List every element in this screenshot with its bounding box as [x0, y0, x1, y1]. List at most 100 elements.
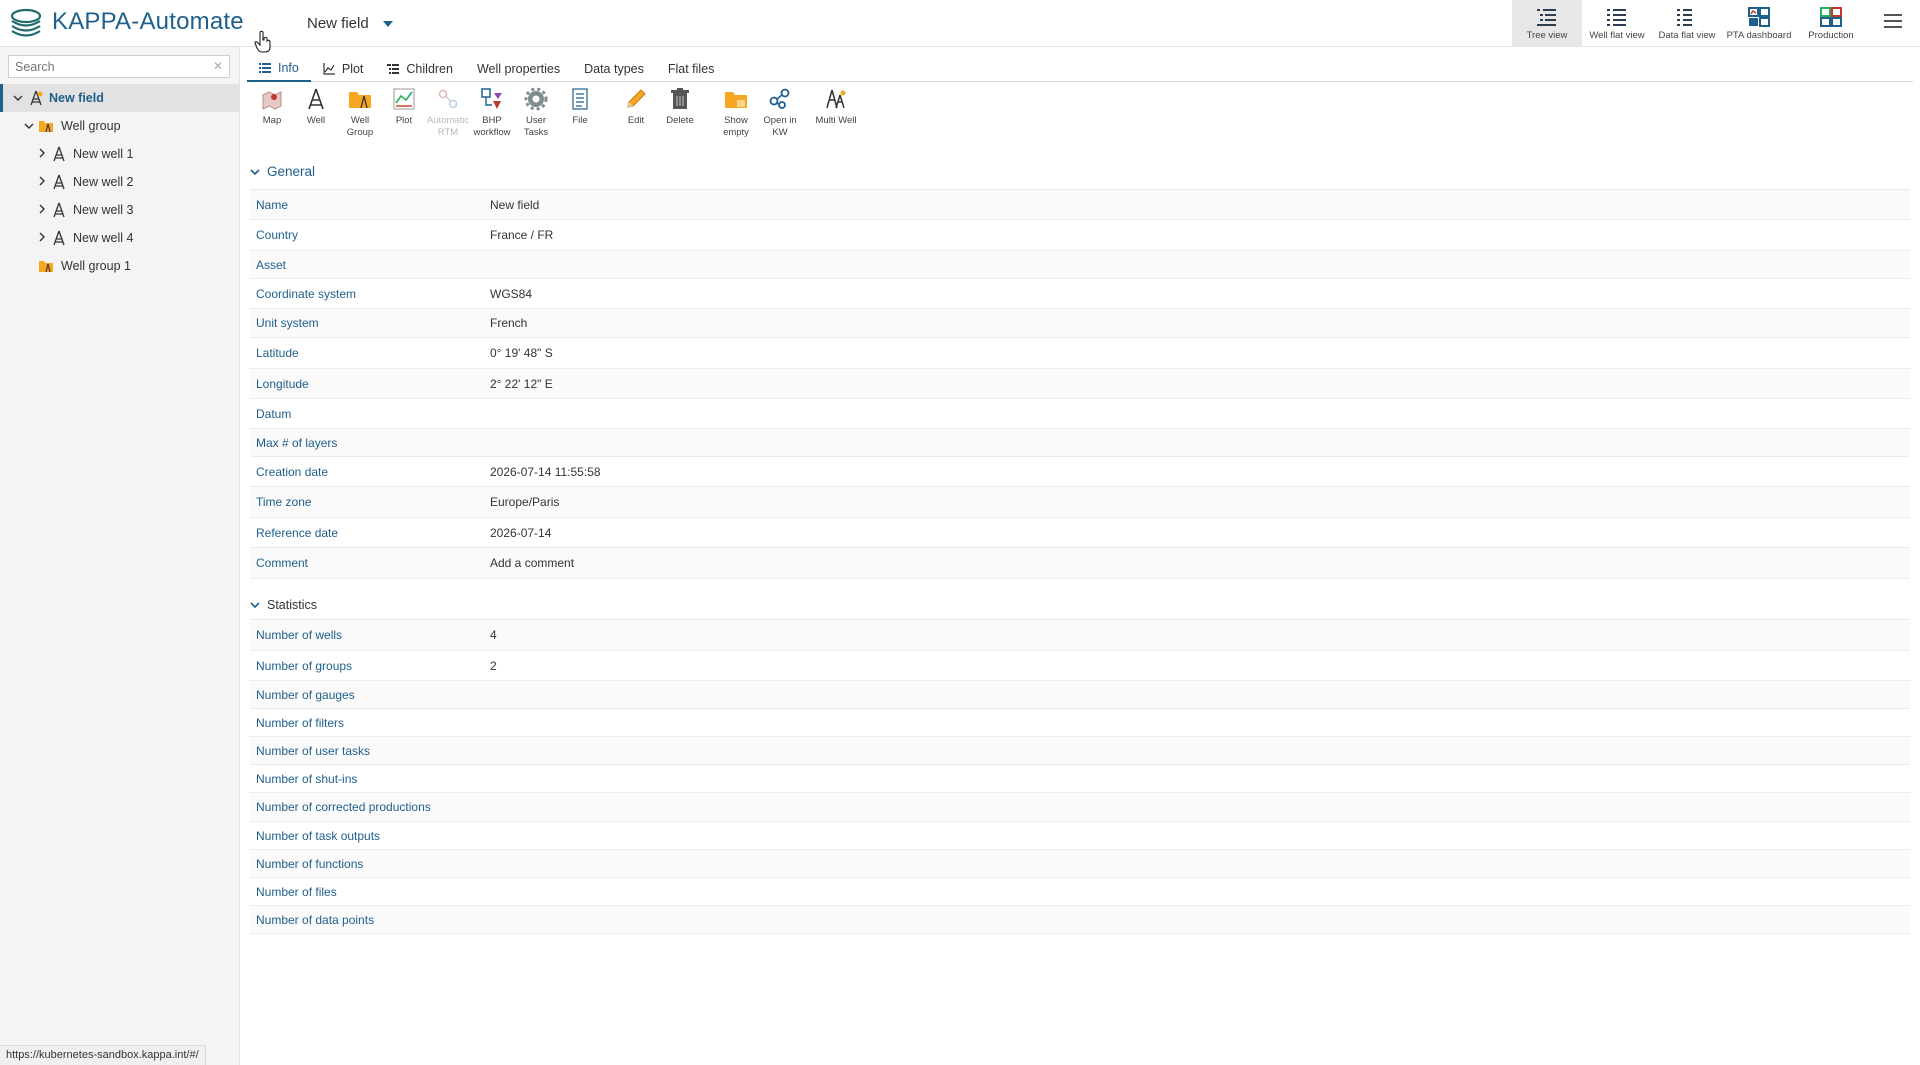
line-chart-icon: [323, 63, 335, 75]
well-icon: [53, 146, 65, 162]
tree-item-new-well-3[interactable]: New well 3: [0, 196, 239, 224]
general-row: Latitude 0° 19' 48" S: [250, 338, 1910, 369]
tab-plot[interactable]: Plot: [311, 56, 376, 82]
production-icon: [1820, 7, 1842, 27]
edit-label: Edit: [627, 115, 645, 126]
gear-icon: [524, 87, 548, 111]
tree-view-label: Tree view: [1526, 30, 1568, 41]
file-button[interactable]: File: [558, 87, 602, 153]
statistics-row: Number of data points: [250, 906, 1910, 934]
chevron-right-icon[interactable]: [37, 204, 47, 214]
well-group-button[interactable]: Well Group: [338, 87, 382, 153]
production-button[interactable]: Production: [1796, 0, 1866, 46]
chevron-right-icon[interactable]: [37, 148, 47, 158]
general-row: Max # of layers: [250, 429, 1910, 457]
show-empty-button[interactable]: Show empty: [714, 87, 758, 153]
property-key: Coordinate system: [256, 286, 357, 301]
user-tasks-button[interactable]: User Tasks: [514, 87, 558, 153]
statistics-section-title: Statistics: [267, 598, 318, 612]
hierarchy-icon: [387, 64, 400, 74]
property-key: Number of files: [256, 884, 337, 899]
property-key: Number of task outputs: [256, 828, 381, 843]
well-label: Well: [306, 115, 326, 126]
statistics-row: Number of shut-ins: [250, 765, 1910, 793]
automatic-rtm-button[interactable]: Automatic RTM: [426, 87, 470, 153]
chevron-right-icon[interactable]: [37, 176, 47, 186]
map-label: Map: [262, 115, 282, 126]
edit-button[interactable]: Edit: [614, 87, 658, 153]
tab-well-properties[interactable]: Well properties: [465, 56, 572, 82]
caret-down-icon: [382, 20, 393, 27]
tab-info[interactable]: Info: [247, 56, 311, 82]
property-key: Number of corrected productions: [256, 800, 431, 814]
well-flat-view-button[interactable]: Well flat view: [1582, 0, 1652, 46]
bhp-workflow-button[interactable]: BHP workflow: [470, 87, 514, 153]
well-button[interactable]: Well: [294, 87, 338, 153]
data-flat-view-label: Data flat view: [1658, 30, 1716, 41]
open-in-kw-button[interactable]: Open in KW: [758, 87, 802, 153]
property-key: Reference date: [256, 525, 339, 540]
multi-well-icon: [826, 89, 846, 109]
hamburger-menu-icon[interactable]: [1884, 14, 1902, 30]
search-input[interactable]: [9, 56, 204, 77]
property-key: Number of gauges: [256, 687, 355, 702]
tree-view-button[interactable]: Tree view: [1512, 0, 1582, 46]
well-group-icon: [39, 261, 53, 273]
tree-item-new-well-4[interactable]: New well 4: [0, 224, 239, 252]
delete-label: Delete: [666, 115, 694, 126]
tree-item-well-group[interactable]: Well group: [0, 112, 239, 140]
general-row: Reference date 2026-07-14: [250, 518, 1910, 548]
pta-dashboard-button[interactable]: PTA dashboard: [1722, 0, 1796, 46]
chevron-down-icon[interactable]: [24, 121, 34, 131]
well-group-label: Well Group: [346, 115, 374, 138]
statistics-row: Number of user tasks: [250, 737, 1910, 765]
chevron-down-icon[interactable]: [13, 93, 23, 103]
tab-label: Flat files: [667, 62, 715, 76]
property-value[interactable]: Add a comment: [490, 556, 574, 570]
search-box: ✕: [8, 55, 230, 78]
tree-view-icon: [1537, 9, 1556, 26]
show-empty-label: Show empty: [723, 115, 749, 138]
map-icon: [262, 91, 282, 110]
chevron-right-icon[interactable]: [37, 232, 47, 242]
tree-item-new-field[interactable]: New field: [0, 84, 239, 112]
general-section-title: General: [267, 164, 316, 179]
map-button[interactable]: Map: [250, 87, 294, 153]
tree-item-new-well-2[interactable]: New well 2: [0, 168, 239, 196]
plot-icon: [393, 88, 415, 110]
automatic-rtm-label: Automatic RTM: [426, 115, 470, 138]
property-value: Europe/Paris: [490, 495, 560, 509]
general-properties-table: Name New field Country France / FR Asset Coor…: [250, 189, 1910, 579]
tree-item-label: New well 2: [73, 175, 134, 189]
tree-item-well-group-1[interactable]: Well group 1: [0, 252, 239, 280]
property-key: Number of shut-ins: [256, 771, 358, 786]
well-flat-view-label: Well flat view: [1589, 30, 1645, 41]
well-icon: [53, 202, 65, 218]
property-key: Comment: [256, 556, 309, 570]
file-label: File: [572, 115, 588, 126]
well-group-icon: [349, 92, 371, 109]
general-row: Asset: [250, 251, 1910, 279]
general-section-header[interactable]: General: [250, 164, 315, 179]
statistics-row: Number of corrected productions: [250, 793, 1910, 822]
pta-dashboard-icon: [1748, 7, 1770, 27]
data-flat-view-button[interactable]: Data flat view: [1652, 0, 1722, 46]
field-selector-dropdown[interactable]: New field: [307, 15, 393, 32]
tree-item-new-well-1[interactable]: New well 1: [0, 140, 239, 168]
statistics-table: Number of wells 4 Number of groups 2 Number …: [250, 619, 1910, 934]
clear-search-icon[interactable]: ✕: [213, 59, 223, 73]
property-value: French: [490, 316, 528, 330]
property-key: Unit system: [256, 316, 319, 330]
multi-well-button[interactable]: Multi Well: [814, 87, 858, 153]
tab-flat-files[interactable]: Flat files: [656, 56, 727, 82]
app-header: KAPPA-Automate New field Tree view Well …: [0, 0, 1920, 53]
plot-button[interactable]: Plot: [382, 87, 426, 153]
statistics-section-header[interactable]: Statistics: [250, 598, 317, 612]
field-selector-label: New field: [307, 15, 369, 32]
delete-button[interactable]: Delete: [658, 87, 702, 153]
property-key: Longitude: [256, 376, 309, 391]
tab-data-types[interactable]: Data types: [572, 56, 656, 82]
tree-item-label: New well 4: [73, 231, 134, 245]
data-flat-view-icon: [1677, 9, 1692, 26]
tab-children[interactable]: Children: [375, 56, 465, 82]
